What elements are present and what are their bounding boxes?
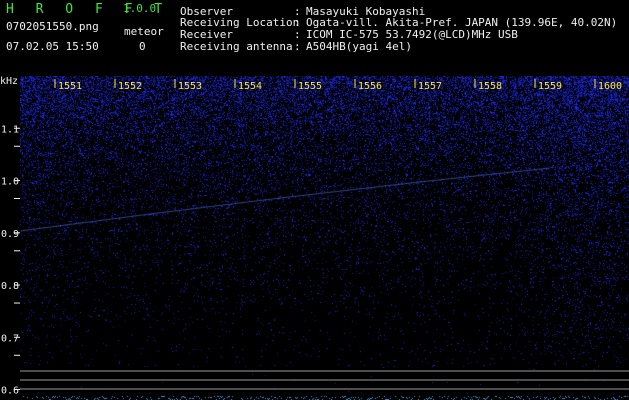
y-tick-label: 0.7 (1, 333, 19, 344)
antenna-sep: : (294, 40, 301, 53)
y-tick-label: 0.6 (1, 386, 19, 397)
receiver-sep: : (294, 28, 301, 41)
location-value: Ogata-vill. Akita-Pref. JAPAN (139.96E, … (306, 16, 618, 29)
receiver-value: ICOM IC-575 53.7492(@LCD)MHz USB (306, 28, 518, 41)
version-label: 1.0.0 (123, 2, 157, 15)
y-tick-label: 1.0 (1, 177, 19, 188)
datetime-label: 07.02.05 15:50 (6, 40, 99, 53)
meteor-label: meteor (124, 25, 164, 38)
y-tick-label: 0.8 (1, 281, 19, 292)
unit-label: kHz (0, 76, 19, 87)
location-sep: : (294, 16, 301, 29)
antenna-value: A504HB(yagi 4el) (306, 40, 412, 53)
receiver-label: Receiver (180, 28, 233, 41)
spectrogram-canvas (20, 76, 629, 400)
hrofft-window: { "app": { "brand": "H R O F F T", "vers… (0, 0, 629, 400)
y-tick-label: 1.1 (1, 124, 19, 135)
y-tick-label: 0.9 (1, 229, 19, 240)
y-tick-labels: 1.1 1.0 0.9 0.8 0.7 0.6 (1, 124, 20, 397)
spectrogram-plot (20, 76, 629, 400)
antenna-label: Receiving antenna (180, 40, 293, 53)
location-label: Receiving Location (180, 16, 300, 29)
filename-label: 0702051550.png (6, 20, 99, 33)
meteor-count: 0 (139, 40, 146, 53)
